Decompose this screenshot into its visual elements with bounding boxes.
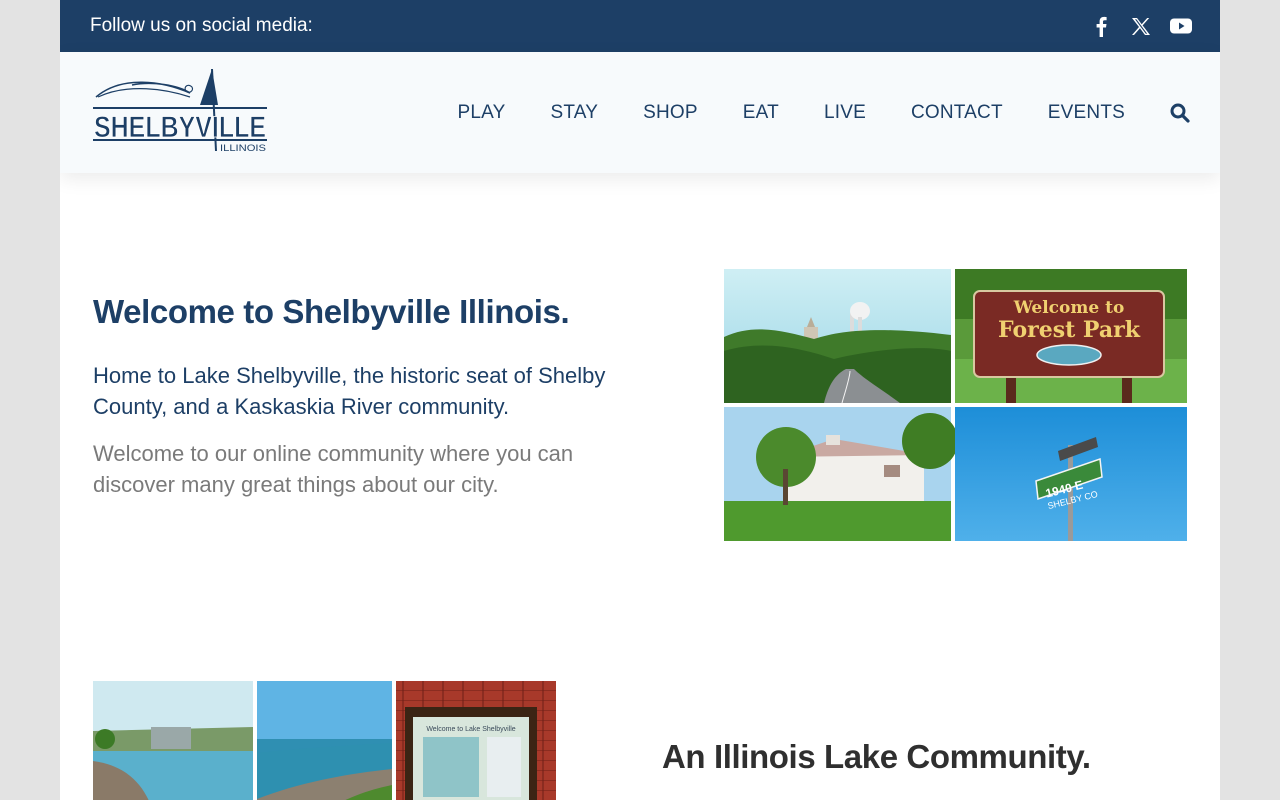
- sign-line-2: Forest Park: [998, 317, 1141, 343]
- historic-building-photo: [724, 407, 958, 541]
- youtube-icon[interactable]: [1170, 15, 1192, 37]
- lake-shore-photo: [257, 681, 392, 800]
- follow-us-text: Follow us on social media:: [90, 15, 313, 36]
- lake-photo-collage: Welcome to Lake Shelbyville: [93, 681, 556, 800]
- page: Follow us on social media: SHELBYVILLE I…: [60, 0, 1220, 800]
- logo-wordmark: SHELBYVILLE: [94, 111, 266, 144]
- nav-events[interactable]: EVENTS: [1048, 102, 1125, 124]
- welcome-section: Welcome to Shelbyville Illinois. Home to…: [60, 173, 1220, 593]
- logo-subtext: ILLINOIS: [220, 143, 266, 153]
- nav-play[interactable]: PLAY: [458, 102, 506, 124]
- water-tower-photo: [724, 269, 951, 404]
- street-sign-photo: 1940 E SHELBY CO: [955, 407, 1187, 541]
- nav-stay[interactable]: STAY: [551, 102, 599, 124]
- shelbyville-photo-collage: Welcome to Forest Park 1940 E SHELBY CO: [724, 269, 1187, 541]
- facebook-icon[interactable]: [1090, 15, 1112, 37]
- x-icon[interactable]: [1130, 15, 1152, 37]
- nav-live[interactable]: LIVE: [824, 102, 866, 124]
- nav-shop[interactable]: SHOP: [643, 102, 698, 124]
- welcome-lead: Home to Lake Shelbyville, the historic s…: [93, 363, 606, 419]
- social-links: [1090, 15, 1192, 37]
- site-header: SHELBYVILLE ILLINOIS PLAY STAY SHOP EAT …: [60, 52, 1220, 173]
- lake-community-title: An Illinois Lake Community.: [662, 738, 1091, 775]
- nav-eat[interactable]: EAT: [743, 102, 779, 124]
- board-title: Welcome to Lake Shelbyville: [426, 726, 515, 733]
- main-navigation: PLAY STAY SHOP EAT LIVE CONTACT EVENTS: [413, 102, 1190, 124]
- shelbyville-logo[interactable]: SHELBYVILLE ILLINOIS: [92, 67, 270, 159]
- forest-park-sign-photo: Welcome to Forest Park: [955, 269, 1187, 403]
- welcome-body: Welcome to our online community where yo…: [93, 441, 574, 497]
- search-icon[interactable]: [1170, 103, 1190, 123]
- social-topbar: Follow us on social media:: [60, 0, 1220, 52]
- welcome-board-photo: Welcome to Lake Shelbyville: [396, 681, 556, 800]
- welcome-title: Welcome to Shelbyville Illinois.: [93, 293, 570, 330]
- sign-line-1: Welcome to: [1013, 298, 1125, 318]
- lake-community-section: Welcome to Lake Shelbyville An Illinois …: [60, 593, 1220, 800]
- nav-contact[interactable]: CONTACT: [911, 102, 1003, 124]
- dam-photo: [93, 681, 253, 800]
